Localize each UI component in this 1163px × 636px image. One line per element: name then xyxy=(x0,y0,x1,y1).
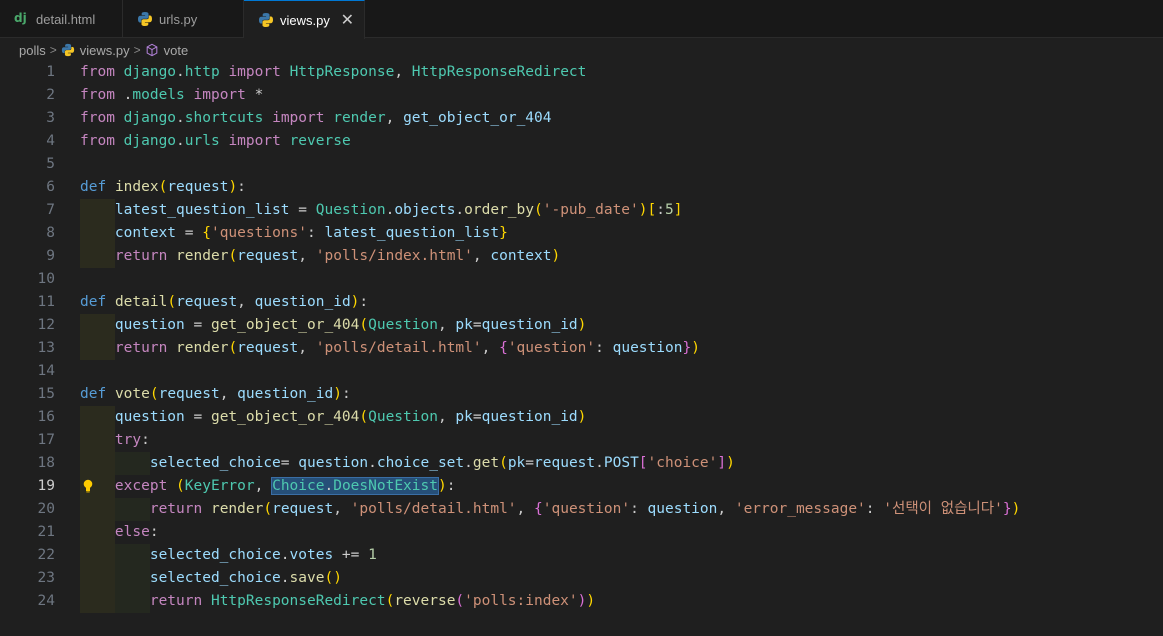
code-line[interactable]: 21 else: xyxy=(0,521,1163,544)
code-line[interactable]: 14 xyxy=(0,360,1163,383)
line-number: 6 xyxy=(46,179,55,195)
tab-bar: dj detail.html urls.py views.py ✕ xyxy=(0,0,1163,39)
line-number: 16 xyxy=(37,409,55,425)
code-line[interactable]: 19 except (KeyError, Choice.DoesNotExist… xyxy=(0,475,1163,498)
code-line[interactable]: 18 selected_choice= question.choice_set.… xyxy=(0,452,1163,475)
line-number: 1 xyxy=(46,64,55,80)
tab-urls-py[interactable]: urls.py xyxy=(123,0,244,38)
line-number: 8 xyxy=(46,225,55,241)
code-line[interactable]: 23 selected_choice.save() xyxy=(0,567,1163,590)
python-icon xyxy=(61,43,74,57)
chevron-right-icon: > xyxy=(133,43,141,57)
line-number: 3 xyxy=(46,110,55,126)
code-line[interactable]: 9 return render(request, 'polls/index.ht… xyxy=(0,245,1163,268)
line-number: 5 xyxy=(46,156,55,172)
line-number: 10 xyxy=(37,271,55,287)
tab-label: urls.py xyxy=(159,11,198,27)
code-line[interactable]: 20 return render(request, 'polls/detail.… xyxy=(0,498,1163,521)
breadcrumb-file[interactable]: views.py xyxy=(80,43,130,58)
code-text[interactable]: question = get_object_or_404(Question, p… xyxy=(80,314,586,337)
code-text[interactable]: from django.urls import reverse xyxy=(80,130,351,153)
code-line[interactable]: 24 return HttpResponseRedirect(reverse('… xyxy=(0,590,1163,613)
code-text[interactable]: return HttpResponseRedirect(reverse('pol… xyxy=(80,590,595,613)
code-line[interactable]: 3 from django.shortcuts import render, ge… xyxy=(0,107,1163,130)
python-icon xyxy=(138,12,152,26)
tab-label: views.py xyxy=(280,12,330,28)
line-number: 17 xyxy=(37,432,55,448)
line-number: 11 xyxy=(37,294,55,310)
cube-method-icon xyxy=(146,43,157,57)
line-number: 20 xyxy=(37,501,55,517)
line-number: 24 xyxy=(37,593,55,609)
breadcrumb-folder[interactable]: polls xyxy=(19,43,46,58)
code-text[interactable]: return render(request, 'polls/index.html… xyxy=(80,245,560,268)
line-number: 14 xyxy=(37,363,55,379)
code-line[interactable]: 10 xyxy=(0,268,1163,291)
line-number: 13 xyxy=(37,340,55,356)
line-number: 4 xyxy=(46,133,55,149)
code-line[interactable]: 6 def index(request): xyxy=(0,176,1163,199)
code-line[interactable]: 13 return render(request, 'polls/detail.… xyxy=(0,337,1163,360)
code-text[interactable]: from django.http import HttpResponse, Ht… xyxy=(80,61,586,84)
python-icon xyxy=(259,13,273,27)
code-line[interactable]: 8 context = {'questions': latest_questio… xyxy=(0,222,1163,245)
code-text[interactable]: def detail(request, question_id): xyxy=(80,291,368,314)
chevron-right-icon: > xyxy=(49,43,57,57)
line-number: 22 xyxy=(37,547,55,563)
code-text[interactable]: try: xyxy=(80,429,150,452)
code-text[interactable]: selected_choice.save() xyxy=(80,567,342,590)
code-line[interactable]: 12 question = get_object_or_404(Question… xyxy=(0,314,1163,337)
code-text[interactable]: from django.shortcuts import render, get… xyxy=(80,107,551,130)
lightbulb-icon[interactable] xyxy=(83,479,93,493)
code-editor[interactable]: 1 from django.http import HttpResponse, H… xyxy=(0,61,1163,636)
code-text[interactable]: latest_question_list = Question.objects.… xyxy=(80,199,683,222)
code-line[interactable]: 16 question = get_object_or_404(Question… xyxy=(0,406,1163,429)
line-number: 18 xyxy=(37,455,55,471)
code-line[interactable]: 1 from django.http import HttpResponse, H… xyxy=(0,61,1163,84)
tab-detail-html[interactable]: dj detail.html xyxy=(0,0,123,38)
code-line[interactable]: 22 selected_choice.votes += 1 xyxy=(0,544,1163,567)
line-number: 7 xyxy=(46,202,55,218)
code-line[interactable]: 2 from .models import * xyxy=(0,84,1163,107)
close-icon[interactable]: ✕ xyxy=(341,10,354,30)
tab-views-py[interactable]: views.py ✕ xyxy=(244,0,365,39)
django-icon: dj xyxy=(14,11,27,25)
code-text[interactable]: from .models import * xyxy=(80,84,263,107)
code-line[interactable]: 5 xyxy=(0,153,1163,176)
code-line[interactable]: 11 def detail(request, question_id): xyxy=(0,291,1163,314)
code-text[interactable]: def index(request): xyxy=(80,176,246,199)
code-line[interactable]: 7 latest_question_list = Question.object… xyxy=(0,199,1163,222)
code-text[interactable]: else: xyxy=(80,521,159,544)
breadcrumb-symbol[interactable]: vote xyxy=(164,43,189,58)
code-text[interactable]: selected_choice= question.choice_set.get… xyxy=(80,452,735,475)
line-number: 23 xyxy=(37,570,55,586)
line-number: 12 xyxy=(37,317,55,333)
line-number: 21 xyxy=(37,524,55,540)
line-number: 2 xyxy=(46,87,55,103)
code-line[interactable]: 17 try: xyxy=(0,429,1163,452)
tab-label: detail.html xyxy=(36,11,96,27)
code-text[interactable]: question = get_object_or_404(Question, p… xyxy=(80,406,586,429)
code-text[interactable]: except (KeyError, Choice.DoesNotExist): xyxy=(80,475,455,498)
code-text[interactable]: return render(request, 'polls/detail.htm… xyxy=(80,337,700,360)
line-number: 9 xyxy=(46,248,55,264)
code-text[interactable]: def vote(request, question_id): xyxy=(80,383,351,406)
line-number: 15 xyxy=(37,386,55,402)
code-line[interactable]: 4 from django.urls import reverse xyxy=(0,130,1163,153)
code-line[interactable]: 15 def vote(request, question_id): xyxy=(0,383,1163,406)
selected-text: Choice.DoesNotExist xyxy=(271,477,439,495)
breadcrumb: polls > views.py > vote xyxy=(0,38,1163,62)
code-text[interactable]: return render(request, 'polls/detail.htm… xyxy=(80,498,1020,521)
code-text[interactable]: context = {'questions': latest_question_… xyxy=(80,222,508,245)
line-number: 19 xyxy=(37,478,55,494)
code-text[interactable]: selected_choice.votes += 1 xyxy=(80,544,377,567)
